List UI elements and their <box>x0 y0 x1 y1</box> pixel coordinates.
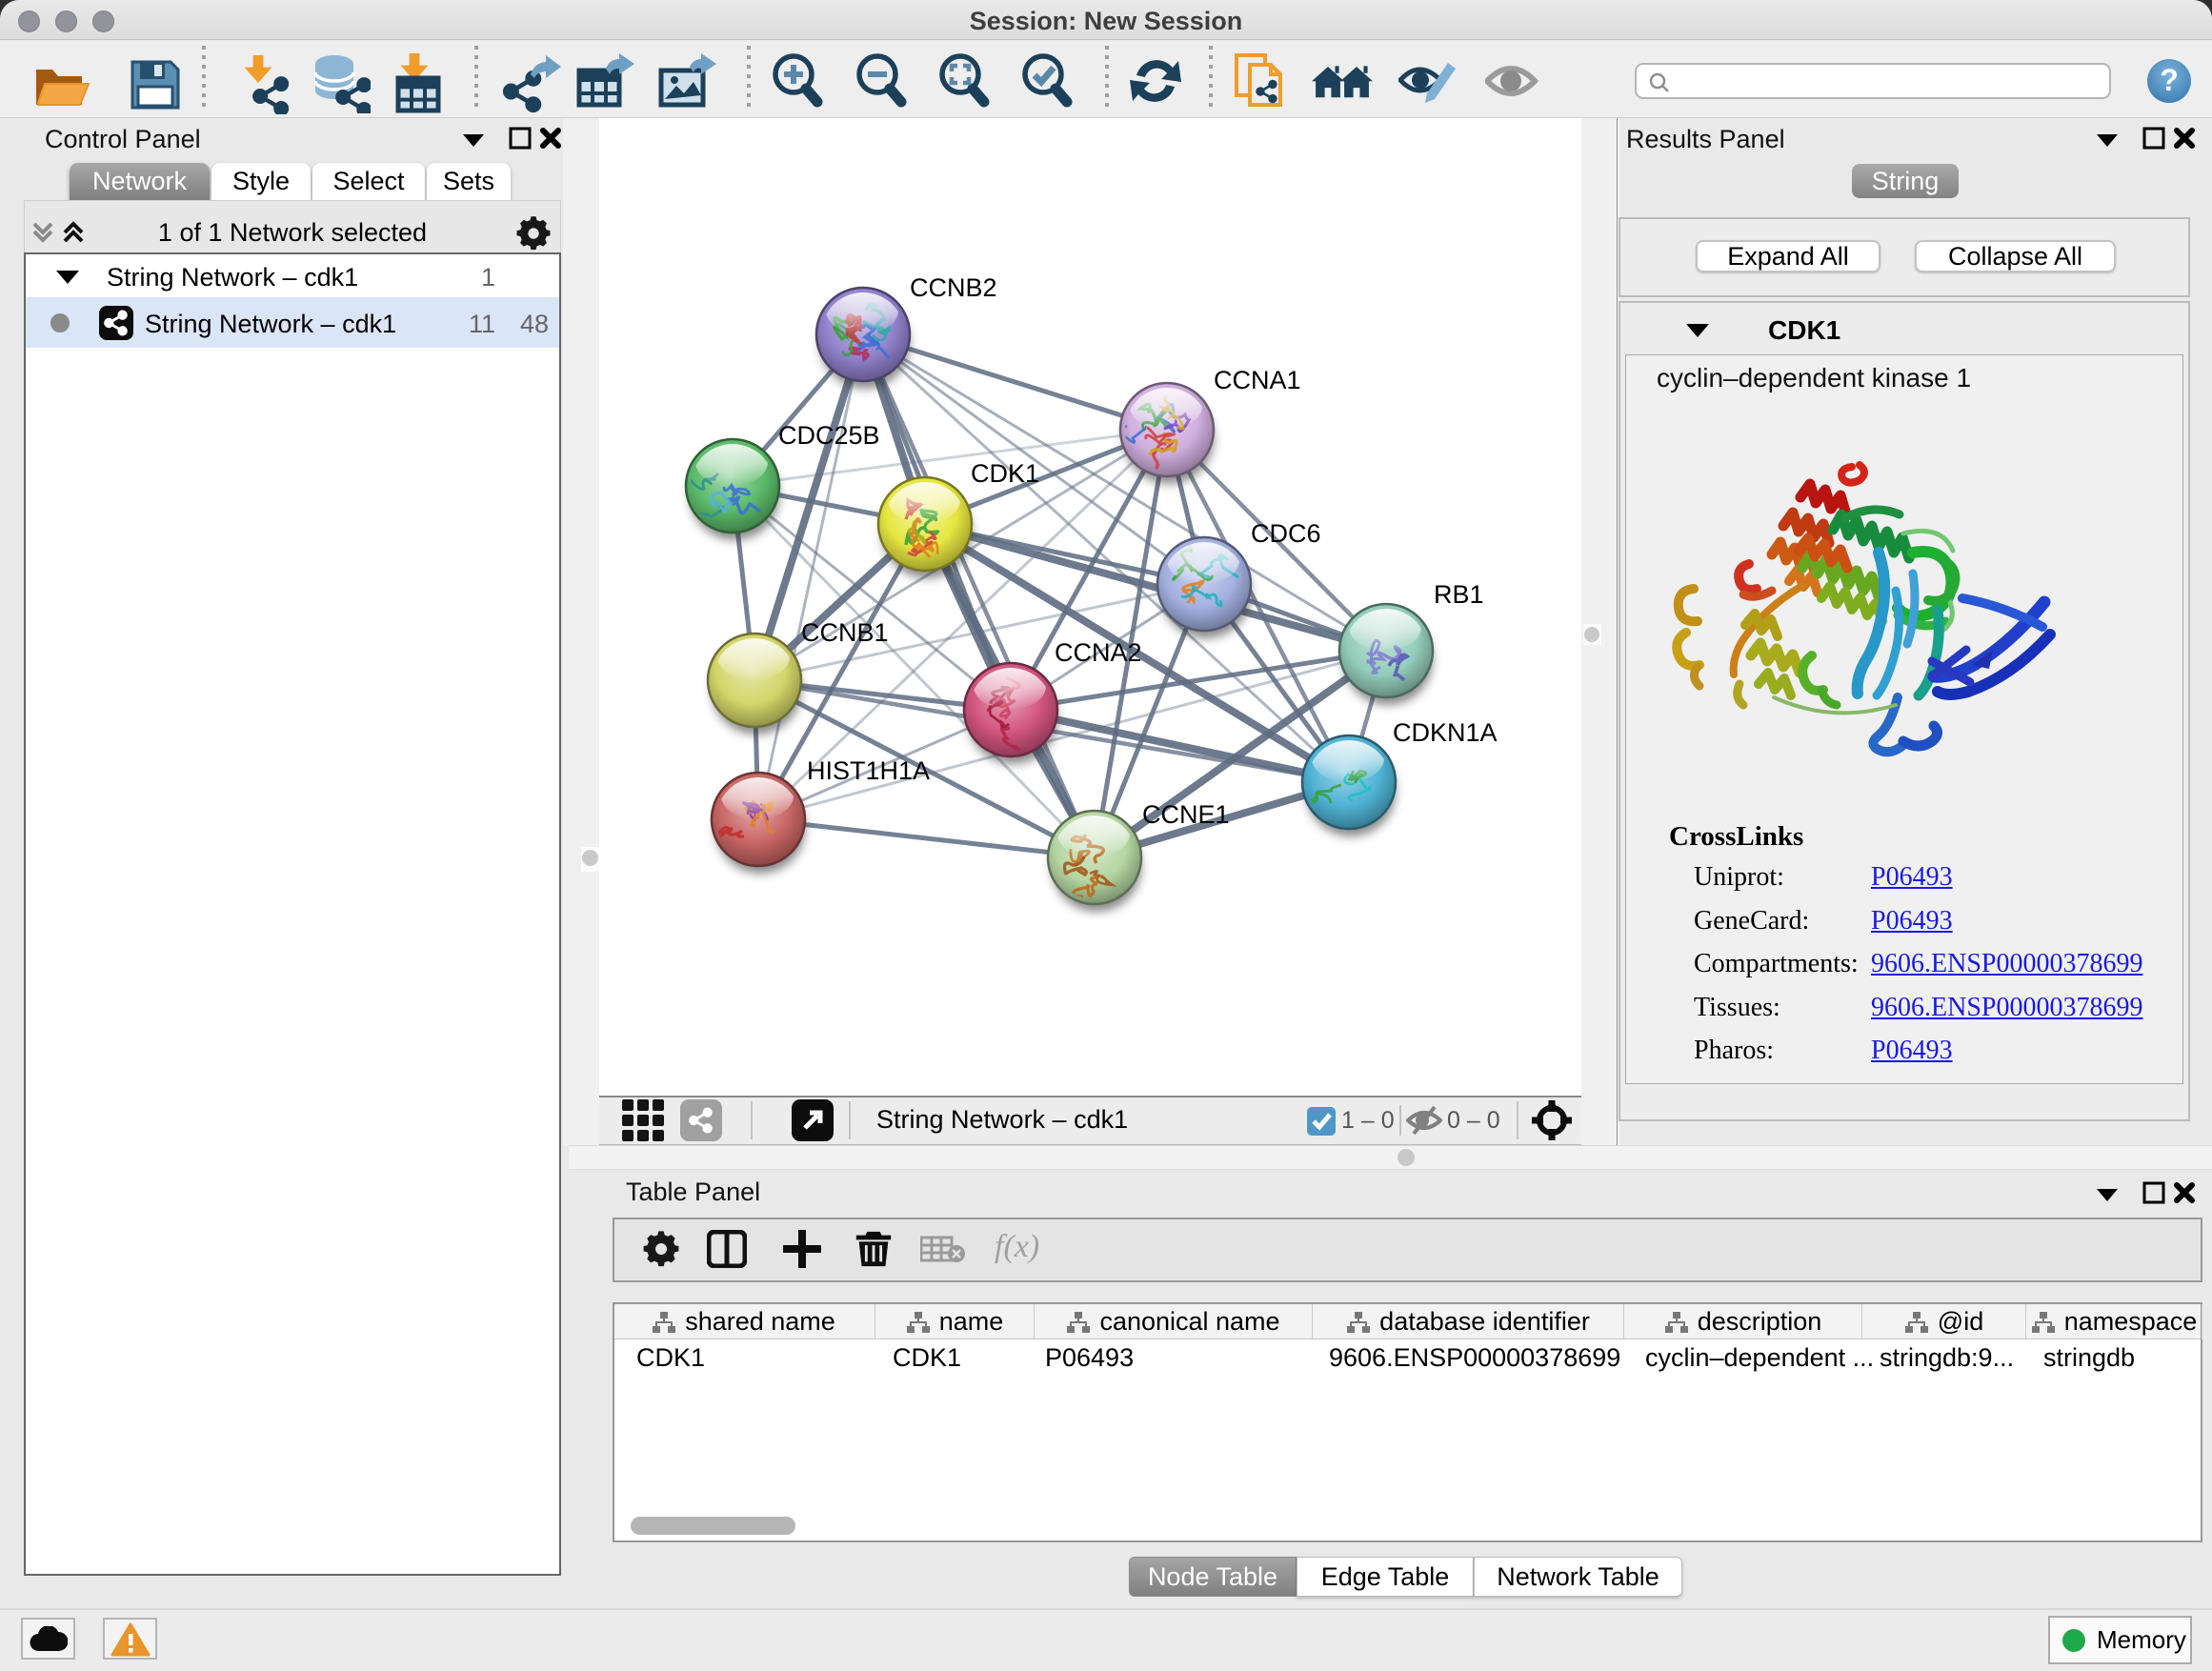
svg-text:HIST1H1A: HIST1H1A <box>807 756 930 785</box>
svg-text:CDC6: CDC6 <box>1251 519 1321 548</box>
svg-text:?: ? <box>2160 63 2179 97</box>
svg-text:CDC25B: CDC25B <box>778 421 880 450</box>
svg-text:RB1: RB1 <box>1434 580 1484 609</box>
svg-text:CCNA1: CCNA1 <box>1214 366 1301 394</box>
svg-text:CCNB2: CCNB2 <box>910 273 997 302</box>
svg-text:CCNB1: CCNB1 <box>801 618 889 647</box>
svg-text:CCNA2: CCNA2 <box>1055 638 1142 667</box>
svg-text:CCNE1: CCNE1 <box>1142 800 1230 829</box>
svg-text:CDK1: CDK1 <box>971 459 1039 488</box>
svg-text:CDKN1A: CDKN1A <box>1393 718 1498 747</box>
